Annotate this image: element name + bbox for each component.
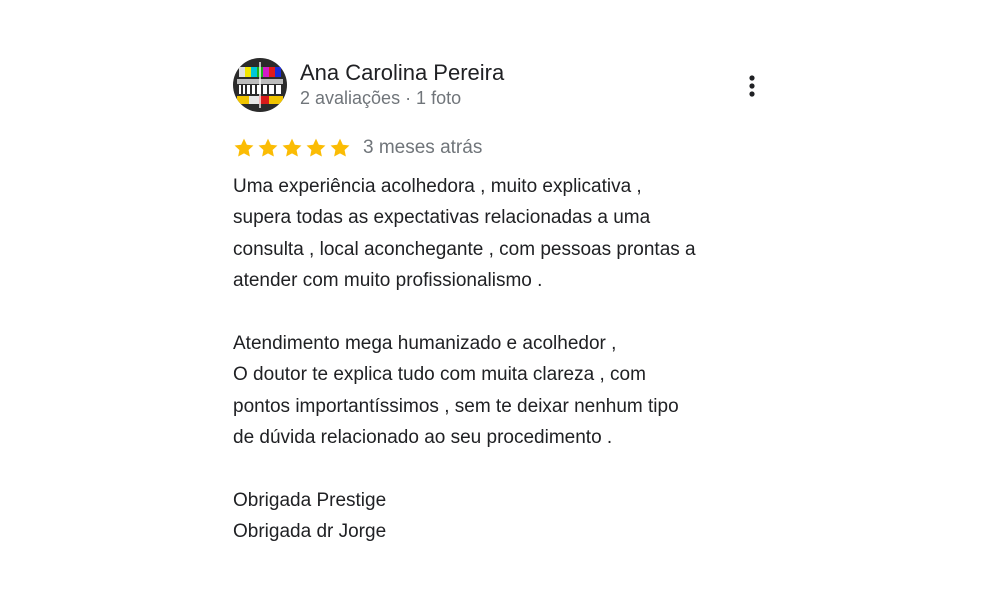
review-text-line: Atendimento mega humanizado e acolhedor … <box>233 333 617 355</box>
review-text-line <box>233 454 773 485</box>
review-text: Uma experiência acolhedora , muito expli… <box>233 171 773 548</box>
star-icon <box>330 138 350 157</box>
review-text-line: Obrigada Prestige <box>233 490 387 512</box>
more-vert-icon <box>749 75 755 97</box>
review-text-line: consulta , local aconchegante , com pess… <box>233 238 696 260</box>
review-card: Ana Carolina Pereira 2 avaliações · 1 fo… <box>233 58 773 542</box>
review-text-line: atender com muito profissionalismo . <box>233 270 543 292</box>
review-text-line <box>233 297 773 328</box>
author-name[interactable]: Ana Carolina Pereira <box>300 60 504 86</box>
more-options-button[interactable] <box>738 70 766 102</box>
avatar[interactable] <box>233 58 287 112</box>
star-icon <box>234 138 254 157</box>
review-text-line: supera todas as expectativas relacionada… <box>233 207 651 229</box>
star-rating <box>233 137 351 159</box>
avatar-image <box>233 58 287 112</box>
star-icon <box>282 138 302 157</box>
review-text-line: O doutor te explica tudo com muita clare… <box>233 364 646 386</box>
rating-row: 3 meses atrás <box>233 136 482 160</box>
review-time: 3 meses atrás <box>363 137 483 158</box>
review-text-line: Uma experiência acolhedora , muito expli… <box>233 176 642 197</box>
review-text-line: de dúvida relacionado ao seu procediment… <box>233 427 613 449</box>
star-icon <box>306 138 326 157</box>
review-text-line: pontos importantíssimos , sem te deixar … <box>233 395 679 417</box>
review-text-line: Obrigada dr Jorge <box>233 521 387 543</box>
star-icon <box>258 138 278 157</box>
author-meta: 2 avaliações · 1 foto <box>300 88 462 108</box>
review-header: Ana Carolina Pereira 2 avaliações · 1 fo… <box>233 58 773 114</box>
